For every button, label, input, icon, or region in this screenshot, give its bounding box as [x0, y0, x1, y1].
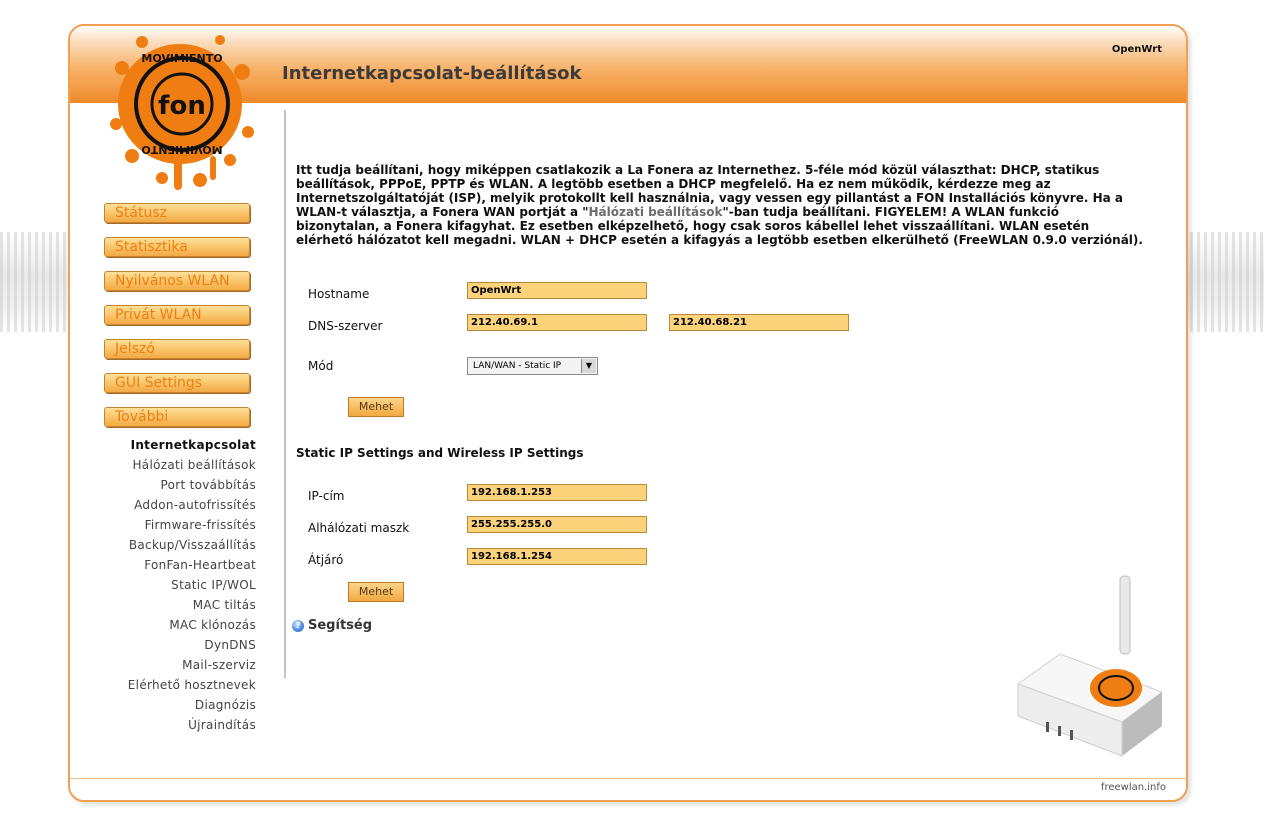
footer-text: freewlan.info: [1100, 782, 1166, 793]
nav-statistics[interactable]: Statisztika: [104, 237, 250, 257]
subnav-port-forwarding[interactable]: Port továbbítás: [104, 475, 256, 495]
intro-text: Itt tudja beállítani, hogy miképpen csat…: [296, 163, 1146, 247]
mode-select-value: LAN/WAN - Static IP: [473, 361, 562, 371]
dns-label: DNS-szerver: [308, 319, 383, 333]
chevron-down-icon: ▼: [581, 359, 596, 373]
fonera-router-image: [1016, 575, 1164, 757]
gateway-input[interactable]: 192.168.1.254: [467, 548, 647, 565]
ip-label: IP-cím: [308, 489, 345, 503]
netmask-input[interactable]: 255.255.255.0: [467, 516, 647, 533]
gateway-label: Átjáró: [308, 553, 344, 567]
sidebar-divider: [284, 110, 286, 678]
subnav-mac-block[interactable]: MAC tiltás: [104, 595, 256, 615]
subnav-mail-service[interactable]: Mail-szerviz: [104, 655, 256, 675]
dns-primary-input[interactable]: 212.40.69.1: [467, 314, 647, 331]
subnav-reboot[interactable]: Újraindítás: [104, 715, 256, 735]
subnav-fonfan-heartbeat[interactable]: FonFan-Heartbeat: [104, 555, 256, 575]
subnav-firmware-update[interactable]: Firmware-frissítés: [104, 515, 256, 535]
help-label: Segítség: [308, 618, 373, 633]
subnav-network-settings[interactable]: Hálózati beállítások: [104, 455, 256, 475]
main-frame: OpenWrt Internetkapcsolat-beállítások fo…: [68, 24, 1188, 802]
nav-more[interactable]: További: [104, 407, 250, 427]
subnav-backup-restore[interactable]: Backup/Visszaállítás: [104, 535, 256, 555]
hostname-label: Hostname: [308, 287, 370, 301]
brand-label: OpenWrt: [1111, 44, 1162, 55]
page-title: Internetkapcsolat-beállítások: [282, 63, 582, 84]
mode-select[interactable]: LAN/WAN - Static IP ▼: [467, 357, 598, 375]
logo-bottom-text: MOVIMIENTO: [141, 143, 222, 156]
sub-nav: Internetkapcsolat Hálózati beállítások P…: [104, 435, 256, 735]
nav-public-wlan[interactable]: Nyilvános WLAN: [104, 271, 250, 291]
nav-private-wlan[interactable]: Privát WLAN: [104, 305, 250, 325]
ip-input[interactable]: 192.168.1.253: [467, 484, 647, 501]
subnav-diagnostics[interactable]: Diagnózis: [104, 695, 256, 715]
netmask-label: Alhálózati maszk: [308, 521, 410, 535]
subnav-internet-connection[interactable]: Internetkapcsolat: [104, 435, 256, 455]
nav-status[interactable]: Státusz: [104, 203, 250, 223]
fon-movimiento-logo: fon MOVIMIENTO MOVIMIENTO: [110, 35, 254, 190]
dns-secondary-input[interactable]: 212.40.68.21: [669, 314, 849, 331]
network-settings-link[interactable]: Hálózati beállítások: [589, 205, 723, 219]
subnav-addon-autoupdate[interactable]: Addon-autofrissítés: [104, 495, 256, 515]
logo-top-text: MOVIMIENTO: [141, 52, 222, 65]
nav-gui-settings[interactable]: GUI Settings: [104, 373, 250, 393]
subnav-dyndns[interactable]: DynDNS: [104, 635, 256, 655]
logo-center-text: fon: [158, 91, 206, 121]
help-link[interactable]: ? Segítség: [292, 618, 372, 633]
static-section-heading: Static IP Settings and Wireless IP Setti…: [296, 446, 584, 460]
subnav-static-ip-wol[interactable]: Static IP/WOL: [104, 575, 256, 595]
main-nav: Státusz Statisztika Nyilvános WLAN Privá…: [104, 203, 254, 441]
footer-line: [70, 778, 1186, 779]
submit-mode-button[interactable]: Mehet: [348, 397, 404, 417]
hostname-input[interactable]: OpenWrt: [467, 282, 647, 299]
help-icon: ?: [292, 620, 304, 632]
subnav-hostnames[interactable]: Elérhető hosztnevek: [104, 675, 256, 695]
nav-password[interactable]: Jelszó: [104, 339, 250, 359]
submit-static-button[interactable]: Mehet: [348, 582, 404, 602]
mode-label: Mód: [308, 359, 334, 373]
subnav-mac-clone[interactable]: MAC klónozás: [104, 615, 256, 635]
